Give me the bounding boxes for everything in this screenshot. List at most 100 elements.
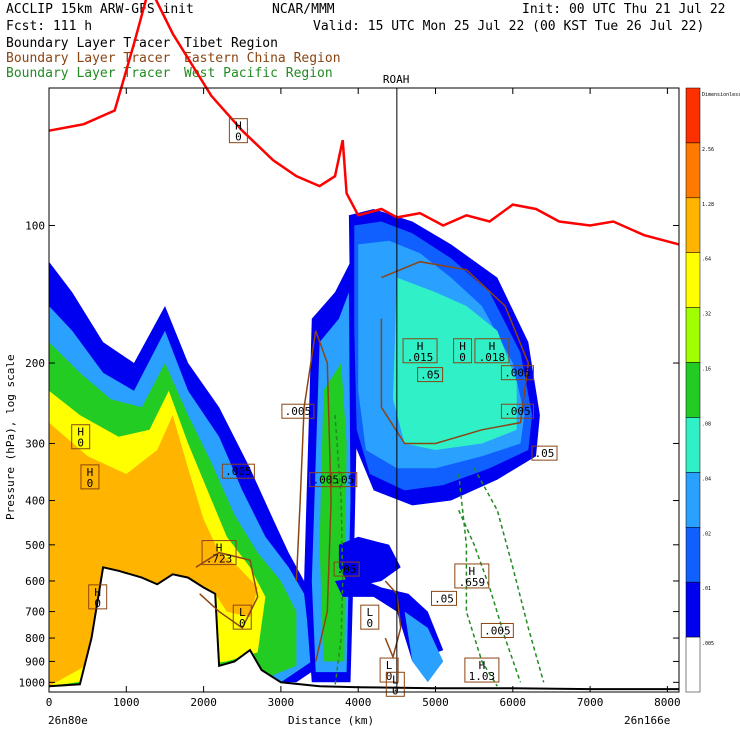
y-tick-label: 300 — [25, 437, 45, 450]
x-tick-label: 2000 — [190, 696, 217, 709]
extremum-value: 0 — [392, 684, 399, 697]
extremum-value: 0 — [459, 351, 466, 364]
legend-prefix-eastern-china: Boundary Layer Tracer — [6, 51, 171, 66]
header-init: Init: 00 UTC Thu 21 Jul 22 — [522, 2, 726, 17]
contour-label: .05 — [331, 472, 358, 488]
legend-region-west-pacific: West Pacific Region — [184, 66, 333, 81]
extremum-value: 0 — [87, 477, 94, 490]
header-forecast: Fcst: 111 h — [6, 19, 92, 34]
x-axis-label: Distance (km) — [288, 714, 374, 727]
colorbar-swatch — [685, 307, 701, 363]
y-tick-label: 700 — [25, 606, 45, 619]
y-tick-label: 500 — [25, 539, 45, 552]
colorbar-swatch — [685, 472, 701, 528]
extremum-value: .018 — [479, 351, 506, 364]
colorbar-label: 1.28 — [702, 202, 714, 208]
x-tick-label: 0 — [46, 696, 53, 709]
contour-label-text: .05 — [334, 474, 354, 487]
west-pacific-contour-0 — [458, 509, 522, 683]
y-tick-label: 900 — [25, 655, 45, 668]
contour-label-text: .005 — [484, 624, 511, 637]
contour-label: .05 — [531, 445, 558, 461]
colorbar-swatch — [685, 581, 701, 638]
colorbar-label: .32 — [702, 312, 711, 318]
y-tick-label: 100 — [25, 220, 45, 233]
contour-label-text: .005 — [504, 367, 531, 380]
extremum-value: 0 — [235, 131, 242, 144]
legend-region-eastern-china: Eastern China Region — [184, 51, 341, 66]
extremum-label-l: L0 — [360, 604, 380, 630]
contour-label: .05 — [431, 590, 458, 606]
tracer-region-7 — [319, 363, 347, 662]
x-tick-label: 6000 — [500, 696, 527, 709]
colorbar-swatch — [685, 142, 701, 199]
x-tick-label: 8000 — [654, 696, 681, 709]
colorbar-label: .08 — [702, 421, 711, 427]
extremum-label-h: H.659 — [454, 563, 490, 589]
chart-svg: ACCLIP 15km ARW-GFS init NCAR/MMM Init: … — [4, 0, 740, 727]
left-endpoint-label: 26n80e — [48, 714, 88, 727]
colorbar: Dimensionless 2.56 1.28 .64 .32 .16 .08 .04 .02.… — [685, 87, 740, 693]
x-tick-label: 7000 — [577, 696, 604, 709]
cross-section-figure: ACCLIP 15km ARW-GFS init NCAR/MMM Init: … — [0, 0, 740, 740]
extremum-value: 0 — [366, 617, 373, 630]
contour-label: .005 — [500, 403, 534, 419]
header-center: NCAR/MMM — [272, 2, 335, 17]
extremum-value: 0 — [239, 617, 246, 630]
colorbar-swatch — [685, 636, 701, 693]
contour-label-text: .05 — [434, 592, 454, 605]
extremum-label-h: H0 — [228, 118, 248, 144]
contour-label: .005 — [480, 622, 514, 638]
legend-region-tibet: Tibet Region — [184, 36, 278, 51]
colorbar-label: .04 — [702, 476, 711, 482]
colorbar-label: .005 — [702, 641, 714, 647]
colorbar-swatch — [685, 197, 701, 253]
colorbar-label: .01 — [702, 586, 711, 592]
extremum-value: .723 — [206, 553, 233, 566]
colorbar-label: .16 — [702, 367, 711, 373]
y-tick-label: 200 — [25, 357, 45, 370]
y-axis-label: Pressure (hPa), log scale — [4, 354, 17, 520]
contour-label: .005 — [221, 463, 255, 479]
y-tick-label: 600 — [25, 575, 45, 588]
contour-label-text: .005 — [285, 405, 312, 418]
colorbar-swatch — [685, 362, 701, 418]
station-label: ROAH — [383, 73, 410, 86]
extremum-value: .015 — [407, 351, 434, 364]
colorbar-swatch — [685, 417, 701, 473]
colorbar-label: 2.56 — [702, 147, 714, 153]
y-tick-label: 1000 — [19, 676, 46, 689]
extremum-value: 1.03 — [469, 670, 496, 683]
contour-label-text: .05 — [337, 563, 357, 576]
header-valid: Valid: 15 UTC Mon 25 Jul 22 (00 KST Tue … — [313, 19, 704, 34]
x-tick-label: 1000 — [113, 696, 140, 709]
contour-label-text: .05 — [420, 369, 440, 382]
contour-label-text: .005 — [225, 465, 252, 478]
contour-label-text: .005 — [504, 405, 531, 418]
contour-label: .05 — [333, 561, 360, 577]
header-model: ACCLIP 15km ARW-GFS init — [6, 2, 194, 17]
x-tick-label: 3000 — [268, 696, 295, 709]
legend: Boundary Layer Tracer Tibet Region Bound… — [6, 36, 341, 81]
y-tick-label: 400 — [25, 495, 45, 508]
contour-label-text: .05 — [535, 447, 555, 460]
colorbar-label: .64 — [702, 257, 711, 263]
legend-prefix-west-pacific: Boundary Layer Tracer — [6, 66, 171, 81]
contour-label: .005 — [281, 403, 315, 419]
x-tick-label: 4000 — [345, 696, 372, 709]
colorbar-swatch — [685, 527, 701, 583]
contour-label: .05 — [417, 367, 444, 383]
y-tick-label: 800 — [25, 632, 45, 645]
x-tick-label: 5000 — [422, 696, 449, 709]
extremum-value: 0 — [94, 597, 101, 610]
colorbar-label: Dimensionless — [702, 92, 740, 98]
right-endpoint-label: 26n166e — [624, 714, 670, 727]
colorbar-swatch — [685, 252, 701, 308]
legend-prefix-tibet: Boundary Layer Tracer — [6, 36, 171, 51]
colorbar-swatch — [685, 87, 701, 144]
extremum-value: .659 — [459, 576, 486, 589]
extremum-label-h: H1.03 — [464, 657, 500, 683]
extremum-value: 0 — [77, 437, 84, 450]
contour-label: .005 — [500, 365, 534, 381]
colorbar-label: .02 — [702, 531, 711, 537]
